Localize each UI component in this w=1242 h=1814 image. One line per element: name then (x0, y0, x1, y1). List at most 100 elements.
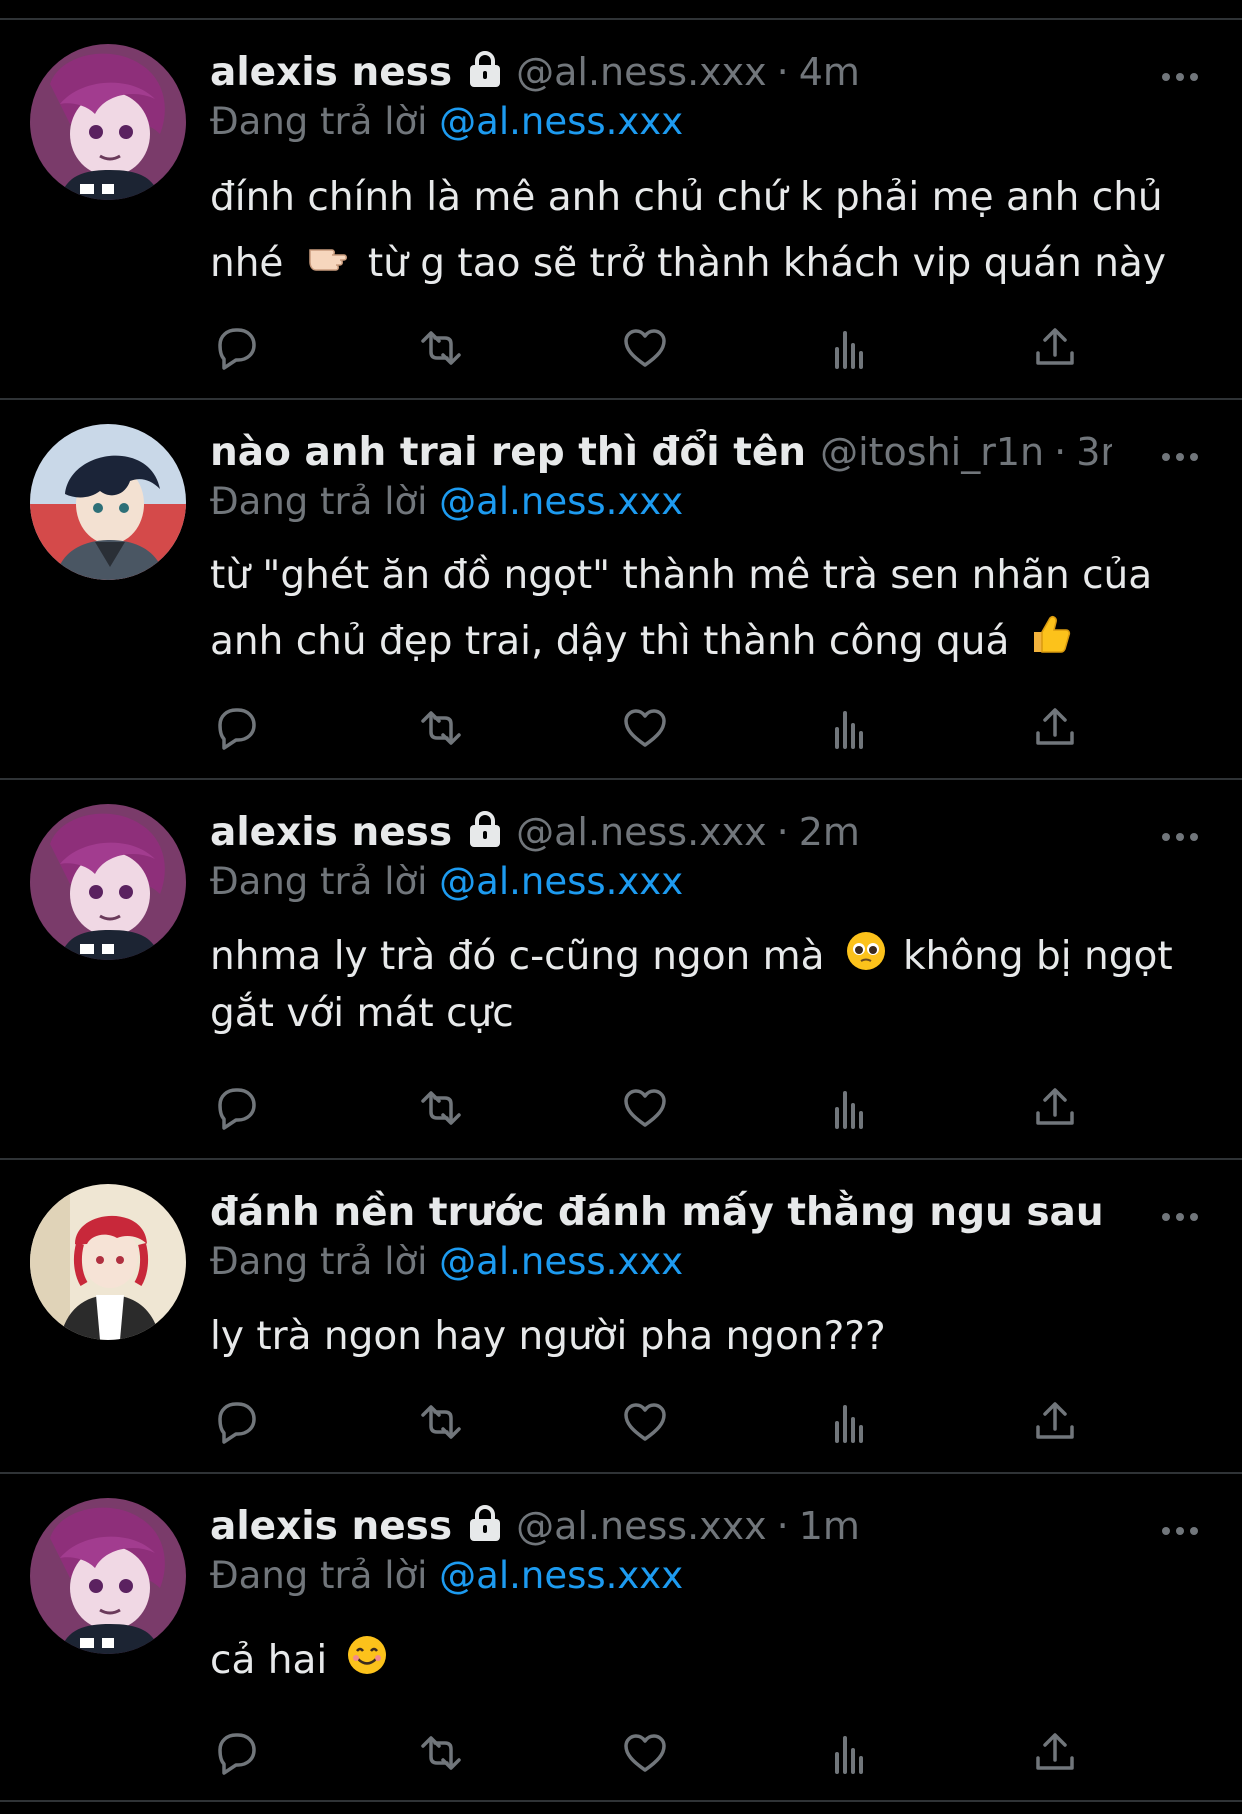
tweet-header: alexis ness @al.ness.xxx · 1m (210, 1502, 1112, 1550)
views-icon[interactable] (825, 1728, 875, 1778)
share-icon[interactable] (1030, 703, 1080, 753)
tweet-text: nhma ly trà đó c-cũng ngon mà không bị n… (210, 930, 1190, 1041)
reply-icon[interactable] (210, 1728, 260, 1778)
tweet-actions (210, 1728, 1090, 1778)
pleading-face-icon (845, 930, 887, 987)
tweet-actions (210, 1397, 1090, 1447)
more-options-icon[interactable] (1160, 442, 1200, 472)
reply-icon[interactable] (210, 1083, 260, 1133)
more-options-icon[interactable] (1160, 1202, 1200, 1232)
timestamp[interactable]: 1m (799, 1504, 860, 1548)
thumbs-up-icon (1028, 611, 1072, 677)
replying-to-label: Đang trả lời (210, 1554, 440, 1597)
more-options-icon[interactable] (1160, 62, 1200, 92)
avatar[interactable] (30, 1184, 186, 1340)
like-icon[interactable] (620, 1728, 670, 1778)
text-segment: cả hai (210, 1638, 328, 1683)
purple-hair-avatar-icon (30, 44, 186, 200)
views-icon[interactable] (825, 323, 875, 373)
like-icon[interactable] (620, 1397, 670, 1447)
lock-icon (468, 1505, 503, 1547)
retweet-icon[interactable] (415, 1083, 465, 1133)
retweet-icon[interactable] (415, 1397, 465, 1447)
views-icon[interactable] (825, 1083, 875, 1133)
more-options-icon[interactable] (1160, 1516, 1200, 1546)
separator-dot: · (1054, 430, 1067, 474)
username[interactable]: @al.ness.xxx (516, 810, 767, 854)
timestamp[interactable]: 4m (799, 50, 860, 94)
timestamp[interactable]: 2m (799, 810, 860, 854)
replying-to: Đang trả lời @al.ness.xxx (210, 1554, 683, 1597)
replying-to: Đang trả lời @al.ness.xxx (210, 860, 683, 903)
tweet-5[interactable]: alexis ness @al.ness.xxx · 1m Đang trả l… (0, 1474, 1242, 1802)
more-options-icon[interactable] (1160, 822, 1200, 852)
text-line: ly trà ngon hay người pha ngon??? (210, 1314, 886, 1359)
tweet-header: alexis ness @al.ness.xxx · 4m (210, 48, 1112, 96)
display-name[interactable]: nào anh trai rep thì đổi tên (210, 430, 806, 475)
tweet-actions (210, 1083, 1090, 1133)
like-icon[interactable] (620, 1083, 670, 1133)
tweet-text: cả hai (210, 1634, 1190, 1691)
text-line: anh chủ đẹp trai, dậy thì thành công quá (210, 609, 1190, 677)
replying-to-label: Đang trả lời (210, 1240, 440, 1283)
tweet-1[interactable]: alexis ness @al.ness.xxx · 4m Đang trả l… (0, 20, 1242, 400)
text-line: nhma ly trà đó c-cũng ngon mà không bị n… (210, 930, 1190, 987)
reply-icon[interactable] (210, 703, 260, 753)
tweet-header: nào anh trai rep thì đổi tên @itoshi_r1n… (210, 428, 1112, 476)
username[interactable]: @al.ness.xxx (516, 50, 767, 94)
top-divider (0, 0, 1242, 20)
tweet-actions (210, 323, 1090, 373)
timestamp[interactable]: 3m (1076, 430, 1112, 474)
retweet-icon[interactable] (415, 323, 465, 373)
lock-icon (468, 811, 503, 853)
text-line: từ "ghét ăn đồ ngọt" thành mê trà sen nh… (210, 553, 1153, 598)
avatar[interactable] (30, 1498, 186, 1654)
tweet-header: alexis ness @al.ness.xxx · 2m (210, 808, 1112, 856)
purple-hair-avatar-icon (30, 804, 186, 960)
views-icon[interactable] (825, 703, 875, 753)
tweet-header: đánh nền trước đánh mấy thằng ngu sau ..… (210, 1188, 1112, 1236)
text-segment: không bị ngọt (902, 934, 1173, 979)
text-segment: nhma ly trà đó c-cũng ngon mà (210, 934, 825, 979)
red-hair-avatar-icon (30, 1184, 186, 1340)
display-name[interactable]: alexis ness (210, 810, 452, 855)
display-name[interactable]: alexis ness (210, 1504, 452, 1549)
like-icon[interactable] (620, 703, 670, 753)
mention-link[interactable]: @al.ness.xxx (439, 100, 683, 143)
retweet-icon[interactable] (415, 703, 465, 753)
reply-icon[interactable] (210, 1397, 260, 1447)
like-icon[interactable] (620, 323, 670, 373)
share-icon[interactable] (1030, 1083, 1080, 1133)
mention-link[interactable]: @al.ness.xxx (439, 1554, 683, 1597)
text-line: nhé từ g tao sẽ trở thành khách vip quán… (210, 231, 1190, 299)
mention-link[interactable]: @al.ness.xxx (439, 1240, 683, 1283)
username[interactable]: @itoshi_r1n (820, 430, 1044, 474)
mention-link[interactable]: @al.ness.xxx (439, 480, 683, 523)
replying-to: Đang trả lời @al.ness.xxx (210, 480, 683, 523)
tweet-4[interactable]: đánh nền trước đánh mấy thằng ngu sau ..… (0, 1160, 1242, 1474)
tweet-2[interactable]: nào anh trai rep thì đổi tên @itoshi_r1n… (0, 400, 1242, 780)
username[interactable]: @al.ness.xxx (516, 1504, 767, 1548)
reply-icon[interactable] (210, 323, 260, 373)
dark-hair-avatar-icon (30, 424, 186, 580)
avatar[interactable] (30, 424, 186, 580)
tweet-actions (210, 703, 1090, 753)
share-icon[interactable] (1030, 1397, 1080, 1447)
tweet-3[interactable]: alexis ness @al.ness.xxx · 2m Đang trả l… (0, 780, 1242, 1160)
text-segment: từ g tao sẽ trở thành khách vip quán này (367, 241, 1166, 286)
text-line: đính chính là mê anh chủ chứ k phải mẹ a… (210, 175, 1163, 220)
views-icon[interactable] (825, 1397, 875, 1447)
text-segment: anh chủ đẹp trai, dậy thì thành công quá (210, 619, 1010, 664)
retweet-icon[interactable] (415, 1728, 465, 1778)
text-line: gắt với mát cực (210, 991, 514, 1036)
share-icon[interactable] (1030, 323, 1080, 373)
share-icon[interactable] (1030, 1728, 1080, 1778)
separator-dot: · (776, 1504, 789, 1548)
text-line: cả hai (210, 1634, 1190, 1691)
display-name[interactable]: đánh nền trước đánh mấy thằng ngu sau (210, 1190, 1104, 1235)
avatar[interactable] (30, 804, 186, 960)
display-name[interactable]: alexis ness (210, 50, 452, 95)
tweet-text: ly trà ngon hay người pha ngon??? (210, 1310, 1190, 1364)
avatar[interactable] (30, 44, 186, 200)
mention-link[interactable]: @al.ness.xxx (439, 860, 683, 903)
